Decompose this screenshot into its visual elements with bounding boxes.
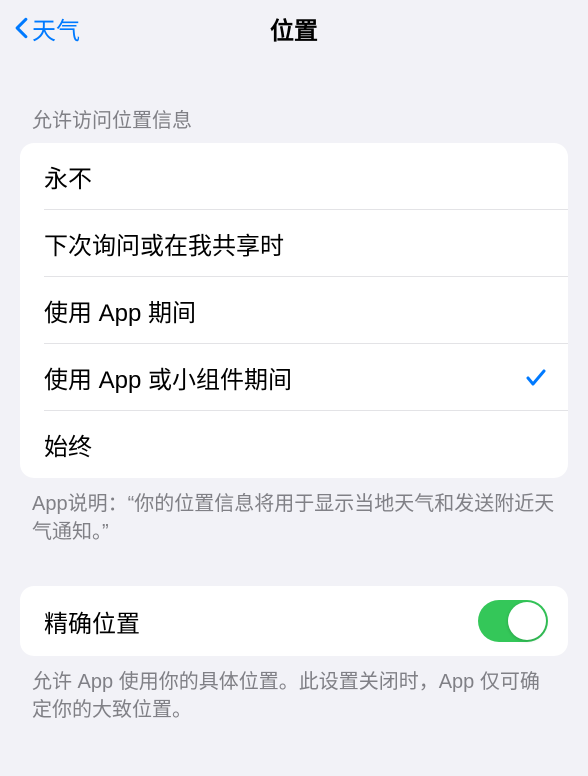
option-label: 下次询问或在我共享时 [44,226,284,261]
option-label: 使用 App 或小组件期间 [44,360,292,395]
precise-location-group: 精确位置 [20,586,568,656]
page-title: 位置 [270,11,318,46]
option-while-using-app[interactable]: 使用 App 期间 [20,277,568,344]
section-footer-app-description: App说明：“你的位置信息将用于显示当地天气和发送附近天气通知。” [0,478,588,546]
option-always[interactable]: 始终 [20,411,568,478]
navbar: 天气 位置 [0,0,588,56]
section-footer-precise-description: 允许 App 使用你的具体位置。此设置关闭时，App 仅可确定你的大致位置。 [0,656,588,724]
option-label: 永不 [44,159,92,194]
location-access-options: 永不 下次询问或在我共享时 使用 App 期间 使用 App 或小组件期间 始终 [20,143,568,478]
back-button[interactable]: 天气 [8,7,84,50]
precise-location-toggle[interactable] [478,600,548,642]
switch-knob [508,602,546,640]
section-header-allow-access: 允许访问位置信息 [0,56,588,143]
option-never[interactable]: 永不 [20,143,568,210]
back-label: 天气 [32,11,80,46]
chevron-left-icon [12,14,30,42]
option-while-using-app-or-widgets[interactable]: 使用 App 或小组件期间 [20,344,568,411]
option-label: 始终 [44,427,92,462]
checkmark-icon [524,366,548,390]
precise-location-label: 精确位置 [44,604,140,639]
option-label: 使用 App 期间 [44,293,196,328]
option-ask-next-time[interactable]: 下次询问或在我共享时 [20,210,568,277]
precise-location-row: 精确位置 [20,586,568,656]
